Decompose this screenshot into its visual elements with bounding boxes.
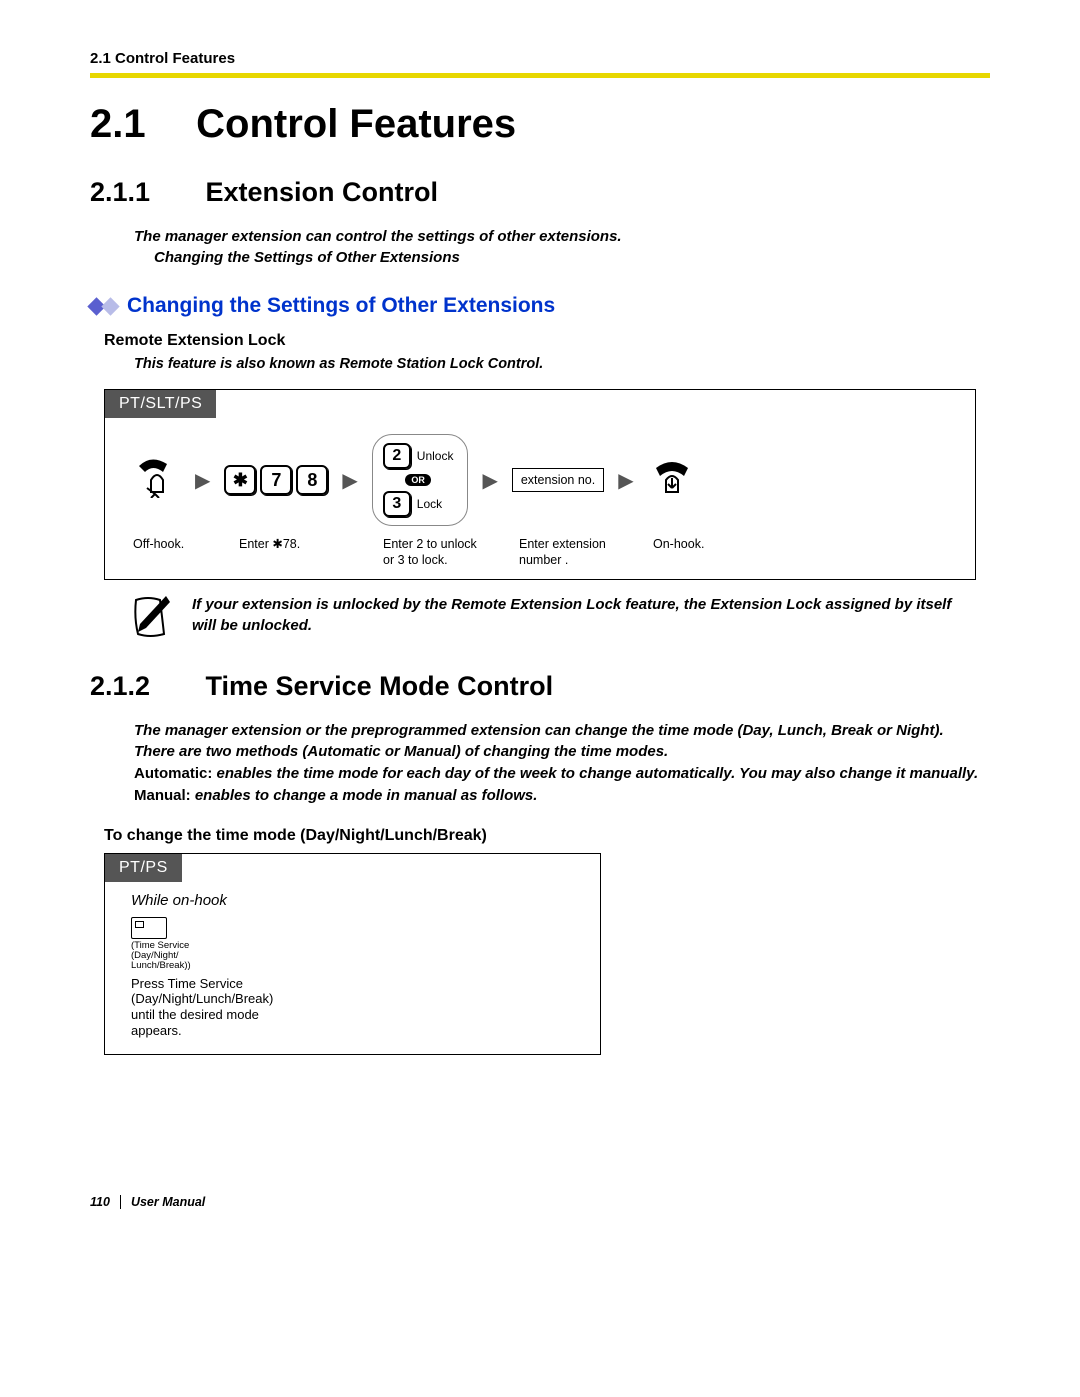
s212-p1: The manager extension or the preprogramm… [134, 720, 990, 742]
key-star: ✱ [224, 465, 256, 495]
or-badge: OR [405, 474, 431, 486]
intro-line1: The manager extension can control the se… [134, 226, 990, 247]
footer-label: User Manual [131, 1195, 205, 1209]
chapter-title: Control Features [196, 102, 516, 146]
button-label-l3: Lunch/Break)) [131, 961, 584, 971]
extension-no-box: extension no. [512, 468, 604, 492]
off-hook-icon [133, 458, 181, 503]
note-text: If your extension is unlocked by the Rem… [192, 594, 976, 636]
button-label-l1: (Time Service [131, 941, 584, 951]
note-row: If your extension is unlocked by the Rem… [130, 594, 976, 647]
header-breadcrumb: 2.1 Control Features [90, 50, 990, 67]
caption-ext-number: Enter extensionnumber . [519, 536, 639, 569]
arrow-icon: ▶ [342, 468, 357, 493]
step-captions: Off-hook. Enter ✱78. Enter 2 to unlockor… [133, 536, 957, 569]
section-211-number: 2.1.1 [90, 177, 198, 208]
remote-ext-lock-note: This feature is also known as Remote Sta… [134, 354, 990, 375]
procedure-tab-1: PT/SLT/PS [105, 390, 216, 418]
section-211-intro: The manager extension can control the se… [134, 226, 990, 268]
section-211-title: Extension Control [206, 177, 439, 207]
section-212-title: Time Service Mode Control [206, 671, 554, 701]
button-icon [131, 917, 167, 939]
dial-keys-step: ✱ 7 8 [224, 465, 328, 495]
section-211-heading: 2.1.1 Extension Control [90, 177, 990, 208]
change-time-mode-heading: To change the time mode (Day/Night/Lunch… [104, 827, 990, 845]
button-label-l2: (Day/Night/ [131, 951, 584, 961]
remote-ext-lock-heading: Remote Extension Lock [104, 332, 990, 350]
s212-p2: There are two methods (Automatic or Manu… [134, 741, 990, 763]
key-3: 3 [383, 491, 411, 517]
time-service-button-graphic: (Time Service (Day/Night/ Lunch/Break)) [131, 917, 584, 972]
footer-divider [120, 1195, 121, 1209]
blue-subheading-text: Changing the Settings of Other Extension… [127, 294, 555, 318]
while-on-hook: While on-hook [131, 892, 584, 909]
section-212-heading: 2.1.2 Time Service Mode Control [90, 671, 990, 702]
extension-entry-step: extension no. [512, 468, 604, 492]
page-footer: 110 User Manual [90, 1195, 990, 1209]
lock-option-group: 2 Unlock OR 3 Lock [372, 434, 469, 526]
s212-p3: Automatic: enables the time mode for eac… [134, 763, 990, 785]
procedure-box-2: PT/PS While on-hook (Time Service (Day/N… [104, 853, 601, 1056]
arrow-icon: ▶ [195, 468, 210, 493]
procedure-tab-2: PT/PS [105, 854, 182, 882]
s212-p4: Manual: enables to change a mode in manu… [134, 785, 990, 807]
header-rule [90, 73, 990, 78]
note-pencil-icon [130, 594, 172, 647]
section-212-body: The manager extension or the preprogramm… [134, 720, 990, 807]
lock-label: Lock [417, 497, 442, 511]
key-2: 2 [383, 443, 411, 469]
caption-onhook: On-hook. [653, 536, 743, 569]
page-number: 110 [90, 1195, 110, 1209]
on-hook-icon [648, 458, 696, 503]
blue-subheading: Changing the Settings of Other Extension… [90, 294, 990, 318]
section-212-number: 2.1.2 [90, 671, 198, 702]
key-7: 7 [260, 465, 292, 495]
key-8: 8 [296, 465, 328, 495]
off-hook-step [133, 458, 181, 503]
intro-line2: Changing the Settings of Other Extension… [154, 247, 990, 268]
caption-offhook: Off-hook. [133, 536, 225, 569]
arrow-icon: ▶ [482, 468, 497, 493]
arrow-icon: ▶ [618, 468, 633, 493]
procedure-steps: ▶ ✱ 7 8 ▶ 2 Unlock OR [133, 434, 957, 526]
procedure-box-1: PT/SLT/PS ▶ ✱ [104, 389, 976, 580]
caption-enter78: Enter ✱78. [239, 536, 369, 569]
diamond-bullets-icon [90, 300, 117, 313]
caption-unlock-lock: Enter 2 to unlockor 3 to lock. [383, 536, 505, 569]
press-instruction: Press Time Service (Day/Night/Lunch/Brea… [131, 976, 584, 1038]
chapter-number: 2.1 [90, 102, 185, 147]
chapter-heading: 2.1 Control Features [90, 102, 990, 147]
unlock-label: Unlock [417, 449, 454, 463]
on-hook-step [648, 458, 696, 503]
